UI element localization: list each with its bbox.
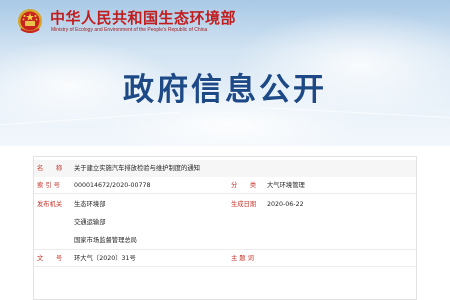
issuer-label: 发布机关	[37, 201, 63, 208]
category-label: 分 类	[231, 182, 257, 189]
org-name-en: Ministry of Ecology and Environment of t…	[51, 27, 208, 33]
page-heading: 政府信息公开	[123, 72, 327, 108]
org-name-cn[interactable]: 中华人民共和国生态环境部	[50, 7, 236, 28]
index-label: 索 引 号	[37, 182, 60, 189]
issuer-value-1: 生态环境部	[74, 201, 106, 208]
date-value: 2020-06-22	[267, 201, 304, 208]
index-value: 000014672/2020-00778	[74, 182, 151, 189]
header-banner: 中华人民共和国生态环境部 Ministry of Ecology and Env…	[0, 0, 450, 146]
title-value: 关于建立实施汽车排放检验与维护制度的通知	[74, 165, 200, 172]
title-row: 名 称 关于建立实施汽车排放检验与维护制度的通知	[34, 160, 416, 177]
category-value: 大气环境管理	[267, 182, 305, 189]
date-label: 生成日期	[231, 201, 257, 208]
divider	[34, 193, 416, 194]
national-emblem-icon	[18, 9, 42, 33]
divider	[34, 249, 416, 250]
doc-no-label: 文 号	[37, 255, 63, 262]
document-info-card: 名 称 关于建立实施汽车排放检验与维护制度的通知 索 引 号 000014672…	[33, 156, 417, 300]
divider	[34, 266, 416, 267]
issuer-value-2: 交通运输部	[74, 219, 106, 226]
issuer-value-3: 国家市场监督管理总局	[74, 237, 137, 244]
title-label: 名 称	[37, 165, 63, 172]
doc-no-value: 环大气〔2020〕31号	[74, 255, 136, 262]
keywords-label: 主 题 词	[231, 255, 254, 262]
